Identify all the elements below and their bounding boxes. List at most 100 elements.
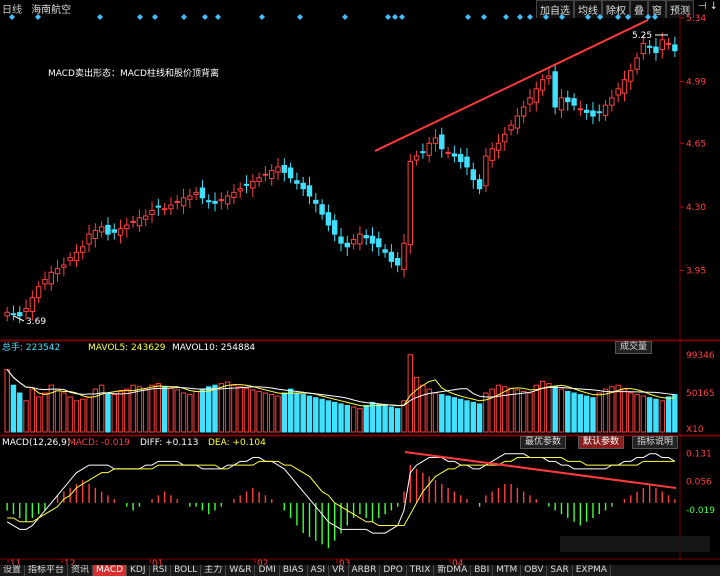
event-marker-icon [97,14,103,20]
candle-body [646,45,653,48]
tab-指标平台[interactable]: 指标平台 [25,565,69,576]
price-axis-label: 4.30 [686,203,706,213]
default-params-button[interactable]: 默认参数 [578,436,625,449]
volume-bar [659,400,665,433]
volume-bar [237,386,243,433]
volume-bar [489,388,495,433]
event-marker-icon [615,14,621,20]
volume-bar [672,394,678,433]
candle-body [445,151,451,154]
candle-body [369,235,376,244]
candle-body [653,46,659,54]
volume-bar [294,392,300,433]
event-marker-icon [625,14,631,20]
volume-bar [17,392,23,433]
volume-bar [464,400,470,433]
volume-bar [552,386,558,433]
tab-vr[interactable]: VR [329,565,349,576]
candle-body [35,286,42,299]
candle-body [495,142,502,151]
tab-设置[interactable]: 设置 [0,565,26,576]
volume-bar [520,390,527,433]
tab-dmi[interactable]: DMI [255,565,280,576]
volume-bar [206,386,212,433]
indicator-help-button[interactable]: 指标说明 [632,436,679,449]
top-bar: 日线 海南航空 加自选 均线 除权叠窗预测 ⊣ ↓ [0,0,720,18]
volume-bar [67,396,73,433]
volume-bar [558,388,565,433]
candle-body [489,148,495,161]
candle-body [565,97,571,103]
tab-sar[interactable]: SAR [547,565,573,576]
candle-body [80,246,86,253]
tab-trix[interactable]: TRIX [407,565,435,576]
candle-body [350,239,357,245]
diff-value-label: DIFF: +0.113 [140,438,198,448]
tab-obv[interactable]: OBV [521,565,548,576]
volume-dropdown[interactable]: 成交量 [615,341,653,354]
tab-boll[interactable]: BOLL [171,565,202,576]
candle-body [514,115,521,129]
candle-body [628,70,634,82]
best-params-button[interactable]: 最优参数 [520,436,567,449]
candle-body [376,238,382,248]
candle-body [464,156,470,168]
tab-bbi[interactable]: BBI [471,565,494,576]
volume-bar [23,400,29,433]
tab-资讯[interactable]: 资讯 [68,565,94,576]
tab-新dma[interactable]: 新DMA [434,565,472,576]
candle-body [388,251,395,262]
volume-bar [250,389,256,433]
tab-mtm[interactable]: MTM [493,565,522,576]
candle-body [483,155,489,187]
candle-body [180,197,187,207]
tab-主力[interactable]: 主力 [201,565,227,576]
volume-bar [571,392,577,433]
volume-bar [275,395,281,433]
volume-bar [29,388,36,433]
volume-bar [143,388,149,433]
volume-total-label: 总手: 223542 [2,341,60,353]
nav-arrows-icon[interactable]: ⊣ ↓ [698,1,718,12]
low-mark-line [13,315,25,322]
candle-body [54,268,61,275]
candle-body [665,42,672,45]
volume-bar [382,404,388,433]
stock-chart: 5.34 4.99 4.65 4.30 3.95 MACD卖出形态：MACD柱线和股价顶背… [0,14,720,565]
candle-body [609,97,615,106]
tab-arbr[interactable]: ARBR [349,565,381,576]
volume-bar [281,392,288,433]
candle-body [432,137,439,144]
candle-body [161,208,168,211]
tab-bias[interactable]: BIAS [280,565,308,576]
volume-axis-label: 50165 [686,389,715,399]
candle-body [659,39,665,51]
volume-bar [218,383,225,433]
candle-body [325,212,332,226]
tab-rsi[interactable]: RSI [150,565,172,576]
candle-body [558,97,565,111]
tab-expma[interactable]: EXPMA [573,565,611,576]
tab-kdj[interactable]: KDJ [127,565,150,576]
volume-bar [98,384,105,433]
volume-bar [256,390,262,433]
volume-bar [363,404,369,433]
candle-body [457,154,464,162]
candle-body [218,199,225,202]
tab-dpo[interactable]: DPO [380,565,407,576]
tab-asi[interactable]: ASI [308,565,330,576]
candle-body [23,308,29,312]
tab-w&r[interactable]: W&R [226,565,256,576]
candle-body [67,257,73,262]
annotation-text: MACD卖出形态：MACD柱线和股价顶背离 [48,67,219,79]
candle-body [206,200,212,203]
candle-body [4,311,10,317]
candle-body [143,215,149,220]
tab-macd[interactable]: MACD [93,565,128,576]
volume-bar [394,408,401,433]
event-marker-icon [385,14,391,20]
candle-body [136,217,143,227]
volume-bar [224,381,231,433]
volume-bar [86,396,92,433]
volume-axis-label: X10 [686,425,704,435]
